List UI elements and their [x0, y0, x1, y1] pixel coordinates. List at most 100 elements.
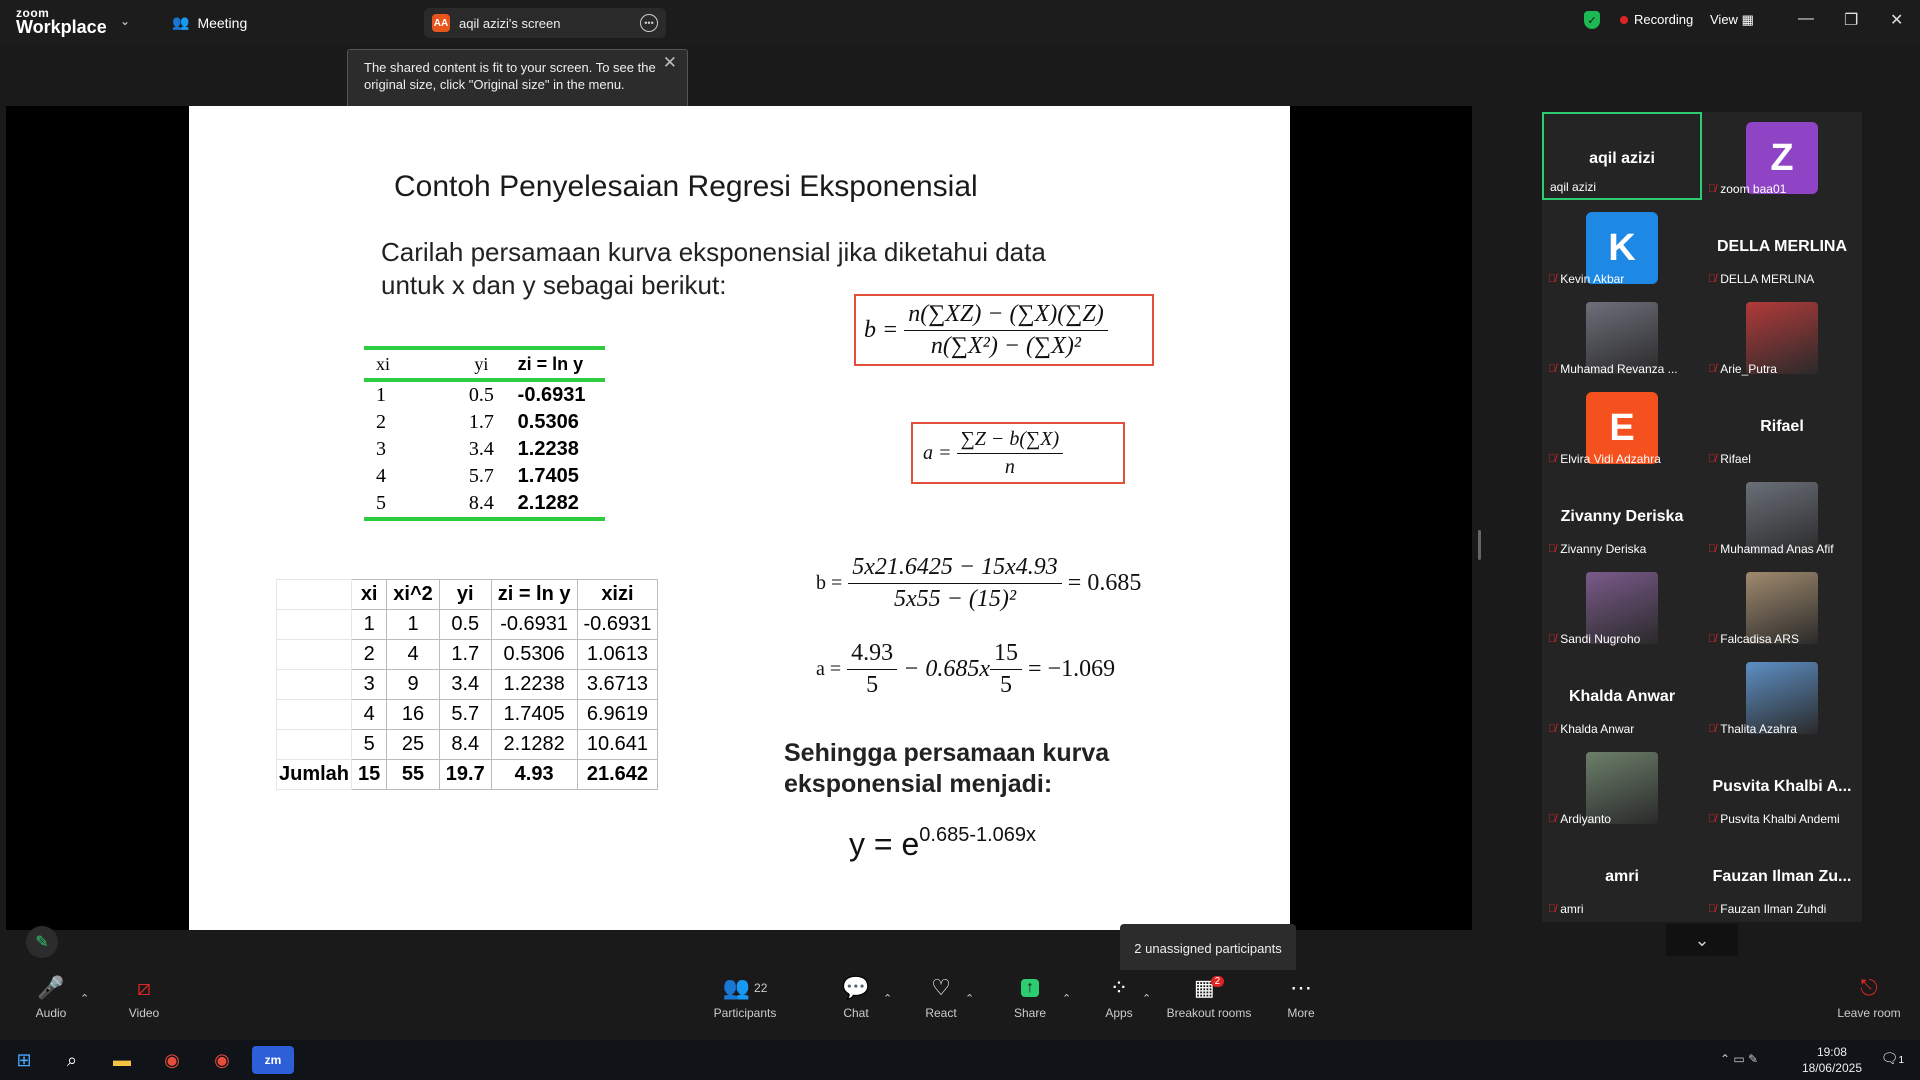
- minimize-icon[interactable]: —: [1798, 10, 1814, 28]
- table-cell: 2: [376, 411, 386, 433]
- annotate-pencil-icon[interactable]: ✎: [26, 926, 58, 958]
- participant-label: 🎙̸ Thalita Azahra: [1708, 722, 1797, 736]
- participant-tile[interactable]: E 🎙̸ Elvira Vidi Adzahra: [1542, 382, 1702, 470]
- participant-tile[interactable]: Rifael 🎙̸ Rifael: [1702, 382, 1862, 470]
- search-icon[interactable]: ⌕: [54, 1046, 90, 1074]
- notification-icon[interactable]: 🗨1: [1881, 1050, 1904, 1067]
- participant-tile[interactable]: 🎙̸ Muhammad Anas Afif: [1702, 472, 1862, 560]
- mic-muted-icon: 🎙̸: [1708, 183, 1717, 195]
- participant-display-name: amri: [1605, 868, 1639, 885]
- final-equation-base: y = e: [849, 826, 920, 862]
- participant-tile[interactable]: DELLA MERLINA 🎙̸ DELLA MERLINA: [1702, 202, 1862, 290]
- table-row: 4 16 5.7 1.7405 6.9619: [275, 699, 659, 730]
- mic-muted-icon: 🎙̸: [1708, 723, 1717, 735]
- calc-a-num1: 4.93: [847, 640, 898, 670]
- slide-title: Contoh Penyelesaian Regresi Eksponensial: [394, 170, 978, 203]
- gallery-scroll-down-icon[interactable]: ⌄: [1666, 924, 1738, 956]
- breakout-rooms-button[interactable]: ▦ 2 Breakout rooms: [1164, 970, 1254, 1020]
- more-button[interactable]: ⋯ More: [1256, 970, 1346, 1020]
- chat-options-caret[interactable]: ⌃: [883, 992, 892, 1005]
- table-cell: 8.4: [468, 492, 494, 514]
- apps-options-caret[interactable]: ⌃: [1142, 992, 1151, 1005]
- participants-icon: 👥 22: [722, 975, 768, 1000]
- participant-name: Ardiyanto: [1560, 812, 1611, 826]
- more-options-icon[interactable]: •••: [640, 14, 658, 32]
- chevron-down-icon[interactable]: ⌄: [120, 14, 130, 28]
- participant-display-name: DELLA MERLINA: [1716, 238, 1848, 255]
- participant-tile[interactable]: Z 🎙̸ zoom baa01: [1702, 112, 1862, 200]
- participant-tile[interactable]: 🎙̸ Falcadisa ARS: [1702, 562, 1862, 650]
- mic-muted-icon: 🎙̸: [1548, 273, 1557, 285]
- grid-icon: ▦: [1741, 12, 1754, 27]
- unassigned-participants-badge[interactable]: 2 unassigned participants: [1120, 924, 1296, 972]
- calc-a-den1: 5: [866, 672, 879, 698]
- recording-indicator[interactable]: Recording: [1620, 12, 1693, 27]
- system-clock[interactable]: 19:08 18/06/2025: [1802, 1044, 1862, 1076]
- table-cell: 1: [376, 384, 386, 406]
- participant-name: Falcadisa ARS: [1720, 632, 1799, 646]
- participant-tile[interactable]: K 🎙̸ Kevin Akbar: [1542, 202, 1702, 290]
- meeting-menu[interactable]: 👥 Meeting: [172, 14, 247, 31]
- calc-a-num2: 15: [990, 640, 1023, 670]
- calc-b-result: = 0.685: [1067, 570, 1142, 596]
- data-table-header: xi yi zi = ln y: [364, 350, 605, 378]
- react-icon: ♡: [931, 975, 951, 1000]
- close-window-icon[interactable]: ✕: [1890, 10, 1903, 30]
- calc-a-equation: a = 4.93 5 − 0.685x 15 5 = −1.069: [816, 640, 1115, 699]
- shared-screen-tab[interactable]: AA aqil azizi's screen •••: [424, 8, 666, 38]
- calc-a-lhs: a =: [816, 658, 842, 680]
- chrome-icon[interactable]: ◉: [154, 1046, 190, 1074]
- participant-tile[interactable]: Fauzan Ilman Zu... 🎙̸ Fauzan Ilman Zuhdi: [1702, 832, 1862, 920]
- participant-name: Kevin Akbar: [1560, 272, 1625, 286]
- participant-tile[interactable]: amri 🎙̸ amri: [1542, 832, 1702, 920]
- header-cell: zi = ln y: [490, 579, 578, 610]
- leave-label: Leave room: [1837, 1006, 1901, 1020]
- video-label: Video: [128, 1006, 160, 1020]
- table-cell: 0.5306: [517, 411, 579, 433]
- zoom-taskbar-icon[interactable]: zm: [252, 1046, 294, 1074]
- participant-tile[interactable]: 🎙̸ Ardiyanto: [1542, 742, 1702, 830]
- table-cell: 1.7: [468, 411, 494, 433]
- formula-b-box: b = n(∑XZ) − (∑X)(∑Z) n(∑X²) − (∑X)²: [854, 294, 1154, 366]
- windows-start-icon[interactable]: ⊞: [6, 1046, 42, 1074]
- share-options-caret[interactable]: ⌃: [1062, 992, 1071, 1005]
- security-shield-icon[interactable]: ✓: [1584, 11, 1600, 29]
- calc-b-equation: b = 5x21.6425 − 15x4.93 5x55 − (15)² = 0.…: [816, 554, 1141, 613]
- audio-options-caret[interactable]: ⌃: [80, 992, 89, 1005]
- participant-tile[interactable]: 🎙̸ Arie_Putra: [1702, 292, 1862, 380]
- formula-a-numerator: ∑Z − b(∑X): [956, 428, 1064, 454]
- react-options-caret[interactable]: ⌃: [965, 992, 974, 1005]
- participants-button[interactable]: 👥 22 Participants: [700, 970, 790, 1020]
- table-row: 1 1 0.5 -0.6931 -0.6931: [275, 609, 659, 640]
- chat-label: Chat: [843, 1006, 869, 1020]
- more-icon: ⋯: [1290, 975, 1312, 1000]
- participant-tile[interactable]: Khalda Anwar 🎙̸ Khalda Anwar: [1542, 652, 1702, 740]
- participant-label: 🎙̸ DELLA MERLINA: [1708, 272, 1814, 286]
- restore-icon[interactable]: ❐: [1844, 10, 1858, 30]
- participant-tile[interactable]: Pusvita Khalbi A... 🎙̸ Pusvita Khalbi Ande…: [1702, 742, 1862, 830]
- calculation-table: xi xi^2 yi zi = ln y xizi 1 1 0.5 -0.6931 -0.693…: [275, 579, 659, 790]
- panel-resize-handle[interactable]: [1478, 530, 1481, 560]
- view-menu[interactable]: View ▦: [1710, 12, 1754, 28]
- table-cell: 2.1282: [517, 492, 579, 514]
- participant-tile[interactable]: Zivanny Deriska 🎙̸ Zivanny Deriska: [1542, 472, 1702, 560]
- tray-icons[interactable]: ⌃ ▭ ✎: [1720, 1052, 1758, 1066]
- leave-room-button[interactable]: ⎋ Leave room: [1824, 970, 1914, 1020]
- clock-date: 18/06/2025: [1801, 1061, 1862, 1075]
- participant-tile[interactable]: aqil azizi aqil azizi: [1542, 112, 1702, 200]
- participant-display-name: Fauzan Ilman Zu...: [1712, 868, 1852, 885]
- chrome-profile-icon[interactable]: ◉: [204, 1046, 240, 1074]
- formula-b-numerator: n(∑XZ) − (∑X)(∑Z): [904, 301, 1108, 331]
- participant-tile[interactable]: 🎙̸ Muhamad Revanza ...: [1542, 292, 1702, 380]
- participant-gallery: aqil azizi aqil azizi Z 🎙̸ zoom baa01 K 🎙̸ Kevi…: [1542, 112, 1862, 922]
- mic-muted-icon: 🎙̸: [1708, 813, 1717, 825]
- participant-tile[interactable]: 🎙̸ Thalita Azahra: [1702, 652, 1862, 740]
- participant-tile[interactable]: 🎙̸ Sandi Nugroho: [1542, 562, 1702, 650]
- final-equation-exponent: 0.685-1.069x: [919, 824, 1037, 847]
- view-label: View: [1710, 12, 1738, 27]
- slide-question: Carilah persamaan kurva eksponensial jik…: [381, 237, 1046, 300]
- mic-muted-icon: 🎤: [37, 975, 65, 1000]
- file-explorer-icon[interactable]: ▬: [104, 1046, 140, 1074]
- video-button[interactable]: ⧄ Video: [99, 970, 189, 1020]
- close-icon[interactable]: ✕: [663, 54, 677, 71]
